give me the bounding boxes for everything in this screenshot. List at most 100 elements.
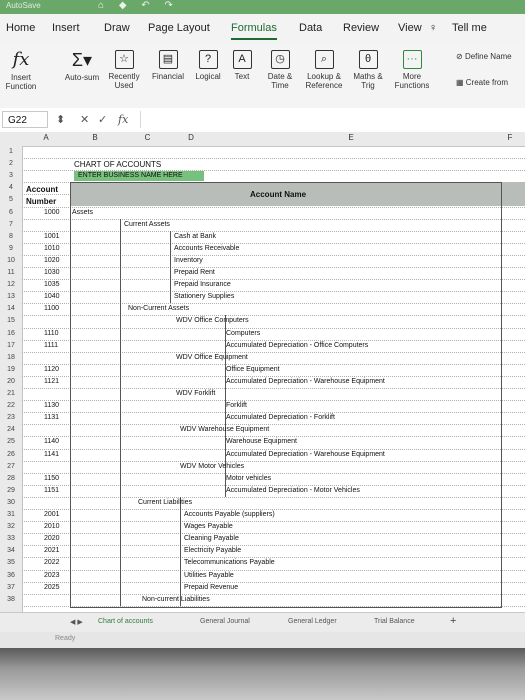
row-header-11[interactable]: 11 xyxy=(0,269,22,276)
formula-input[interactable] xyxy=(140,111,525,128)
row-header-27[interactable]: 27 xyxy=(0,463,22,470)
row-header-36[interactable]: 36 xyxy=(0,572,22,579)
tab-home[interactable]: Home xyxy=(6,22,35,34)
row-header-1[interactable]: 1 xyxy=(0,148,22,155)
account-number[interactable]: 2020 xyxy=(44,535,60,542)
account-name[interactable]: Computers xyxy=(226,330,260,337)
account-number[interactable]: 1130 xyxy=(44,402,59,409)
row-header-7[interactable]: 7 xyxy=(0,221,22,228)
account-name[interactable]: Current Liabilities xyxy=(138,499,192,506)
account-name[interactable]: Motor vehicles xyxy=(226,475,271,482)
account-number[interactable]: 1035 xyxy=(44,281,60,288)
row-header-34[interactable]: 34 xyxy=(0,547,22,554)
account-number[interactable]: 2023 xyxy=(44,572,60,579)
maths-trig-button[interactable]: θ Maths & Trig xyxy=(350,50,386,90)
add-sheet-button[interactable]: + xyxy=(450,615,456,627)
tab-page-layout[interactable]: Page Layout xyxy=(148,22,210,34)
column-header-b[interactable]: B xyxy=(70,133,120,142)
row-header-28[interactable]: 28 xyxy=(0,475,22,482)
row-header-25[interactable]: 25 xyxy=(0,438,22,445)
row-header-19[interactable]: 19 xyxy=(0,366,22,373)
account-name[interactable]: Accumulated Depreciation - Warehouse Equ… xyxy=(226,451,385,458)
account-name[interactable]: WDV Office Equipment xyxy=(176,354,248,361)
account-number[interactable]: 2025 xyxy=(44,584,60,591)
insert-function-icon[interactable]: fx xyxy=(118,113,128,126)
row-header-12[interactable]: 12 xyxy=(0,281,22,288)
insert-function-button[interactable]: fx Insert Function xyxy=(4,50,38,92)
enter-icon[interactable]: ✓ xyxy=(98,113,107,126)
define-name-button[interactable]: ⊘ Define Name xyxy=(456,52,512,61)
row-header-31[interactable]: 31 xyxy=(0,511,22,518)
account-number[interactable]: 1100 xyxy=(44,305,59,312)
row-header-26[interactable]: 26 xyxy=(0,451,22,458)
tell-me-icon[interactable]: ♀ xyxy=(429,22,437,34)
account-name[interactable]: Prepaid Rent xyxy=(174,269,215,276)
account-name[interactable]: WDV Forklift xyxy=(176,390,215,397)
account-number[interactable]: 2010 xyxy=(44,523,60,530)
worksheet-grid[interactable]: ABCDEF 1 2 3 4 5 6 7 8 9 10 11 12 13 14 15 16 17 18 19 20 21… xyxy=(0,132,525,612)
account-number[interactable]: 1121 xyxy=(44,378,59,385)
row-header-20[interactable]: 20 xyxy=(0,378,22,385)
sheet-tab-general-journal[interactable]: General Journal xyxy=(200,618,250,625)
header-account-name[interactable]: Account Name xyxy=(250,190,306,199)
account-number[interactable]: 2001 xyxy=(44,511,60,518)
sheet-tab-chart-of-accounts[interactable]: Chart of accounts xyxy=(98,618,153,625)
row-header-38[interactable]: 38 xyxy=(0,596,22,603)
name-box-stepper-icon[interactable]: ⬍ xyxy=(56,113,65,126)
row-header-5[interactable]: 5 xyxy=(0,196,22,203)
row-header-17[interactable]: 17 xyxy=(0,342,22,349)
account-name[interactable]: Cleaning Payable xyxy=(184,535,239,542)
account-name[interactable]: Non-Current Assets xyxy=(128,305,189,312)
quick-access-icons[interactable]: ⌂ ◆ ↶ ↷ xyxy=(98,0,179,11)
tab-insert[interactable]: Insert xyxy=(52,22,80,34)
account-name[interactable]: WDV Warehouse Equipment xyxy=(180,426,269,433)
lookup-reference-button[interactable]: ⌕ Lookup & Reference xyxy=(300,50,348,90)
account-number[interactable]: 1150 xyxy=(44,475,59,482)
row-header-23[interactable]: 23 xyxy=(0,414,22,421)
account-name[interactable]: Electricity Payable xyxy=(184,547,241,554)
name-box[interactable]: G22 xyxy=(2,111,48,128)
account-number[interactable]: 1120 xyxy=(44,366,59,373)
account-number[interactable]: 1010 xyxy=(44,245,60,252)
account-number[interactable]: 1110 xyxy=(44,330,59,337)
column-header-f[interactable]: F xyxy=(495,133,525,142)
tab-review[interactable]: Review xyxy=(343,22,379,34)
account-number[interactable]: 2021 xyxy=(44,547,60,554)
recently-used-button[interactable]: ☆ Recently Used xyxy=(104,50,144,90)
row-header-15[interactable]: 15 xyxy=(0,317,22,324)
row-header-35[interactable]: 35 xyxy=(0,559,22,566)
logical-button[interactable]: ? Logical xyxy=(190,50,226,81)
account-name[interactable]: WDV Office Computers xyxy=(176,317,249,324)
column-header-e[interactable]: E xyxy=(207,133,495,142)
account-number[interactable]: 1141 xyxy=(44,451,59,458)
row-header-16[interactable]: 16 xyxy=(0,330,22,337)
account-name[interactable]: Assets xyxy=(72,209,93,216)
row-header-9[interactable]: 9 xyxy=(0,245,22,252)
account-name[interactable]: Warehouse Equipment xyxy=(226,438,297,445)
row-header-10[interactable]: 10 xyxy=(0,257,22,264)
account-name[interactable]: Non-current Liabilities xyxy=(142,596,210,603)
account-name[interactable]: Accumulated Depreciation - Forklift xyxy=(226,414,335,421)
account-number[interactable]: 1140 xyxy=(44,438,59,445)
more-functions-button[interactable]: ··· More Functions xyxy=(390,50,434,90)
create-from-selection-button[interactable]: ▦ Create from xyxy=(456,78,508,87)
sheet-title[interactable]: CHART OF ACCOUNTS xyxy=(74,160,161,169)
row-header-32[interactable]: 32 xyxy=(0,523,22,530)
account-name[interactable]: Office Equipment xyxy=(226,366,280,373)
account-name[interactable]: Telecommunications Payable xyxy=(184,559,275,566)
account-name[interactable]: Wages Payable xyxy=(184,523,233,530)
account-name[interactable]: Inventory xyxy=(174,257,203,264)
account-name[interactable]: WDV Motor Vehicles xyxy=(180,463,244,470)
tab-view[interactable]: View xyxy=(398,22,422,34)
account-name[interactable]: Current Assets xyxy=(124,221,170,228)
row-header-14[interactable]: 14 xyxy=(0,305,22,312)
row-header-18[interactable]: 18 xyxy=(0,354,22,361)
row-header-37[interactable]: 37 xyxy=(0,584,22,591)
account-name[interactable]: Forklift xyxy=(226,402,247,409)
tell-me-search[interactable]: Tell me xyxy=(452,22,487,34)
account-name[interactable]: Accounts Receivable xyxy=(174,245,239,252)
sheet-tab-trial-balance[interactable]: Trial Balance xyxy=(374,618,415,625)
account-number[interactable]: 1020 xyxy=(44,257,60,264)
account-name[interactable]: Utilities Payable xyxy=(184,572,234,579)
header-account-number[interactable]: Account Number xyxy=(26,184,70,208)
